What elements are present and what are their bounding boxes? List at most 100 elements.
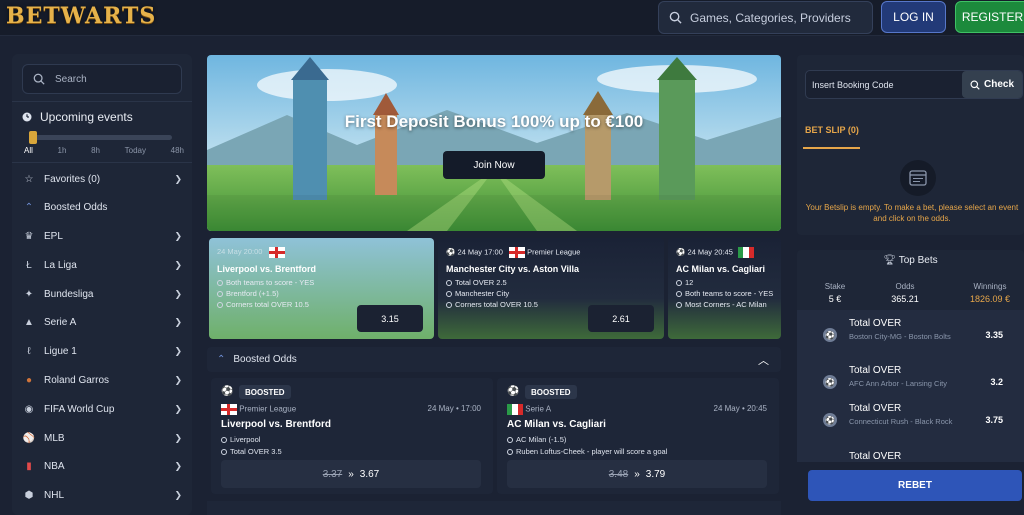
promo-banner[interactable]: [207, 55, 781, 231]
sidebar-item-label: Serie A: [44, 316, 77, 328]
sidebar-item-boosted-odds[interactable]: ⌃ Boosted Odds: [22, 196, 182, 218]
sidebar-item-favorites[interactable]: ☆ Favorites (0) ❯: [22, 168, 182, 190]
sidebar-item-mlb[interactable]: ⚾ MLB ❯: [22, 427, 182, 449]
selection: Most Corners - AC Milan: [685, 300, 767, 309]
soccer-ball-icon: ⚽: [676, 247, 686, 257]
chevron-down-icon: ❯: [174, 489, 182, 500]
boosted-badge: BOOSTED: [525, 385, 577, 399]
match-title: AC Milan vs. Cagliari: [507, 419, 606, 430]
laliga-icon: Ł: [26, 259, 32, 271]
selection-dot-icon: [676, 280, 682, 287]
boosted-odds-header[interactable]: ⌃ Boosted Odds ︿: [207, 347, 781, 372]
time-filter-slider[interactable]: [30, 135, 172, 140]
top-bet-row[interactable]: Total OVER: [809, 447, 1013, 461]
selection: Manchester City: [455, 289, 510, 298]
chevron-down-icon: ❯: [174, 374, 182, 385]
bet-title: Total OVER: [849, 318, 902, 329]
chevron-up-icon[interactable]: ︿: [758, 352, 769, 368]
league-name: Premier League: [239, 404, 297, 414]
divider: [12, 101, 192, 102]
join-now-button[interactable]: Join Now: [443, 151, 545, 179]
boosted-odds-button[interactable]: 3.48 » 3.79: [507, 460, 767, 488]
match-card-mancity-astonvilla[interactable]: ⚽ 24 May 17:00 Premier League Manchester…: [438, 238, 664, 339]
chevron-down-icon: ❯: [174, 230, 182, 241]
odds-button[interactable]: 3.15: [357, 305, 423, 332]
soccer-ball-icon: ⚽: [823, 375, 837, 389]
england-flag-icon: [221, 404, 237, 415]
selection-dot-icon: [217, 280, 223, 287]
italy-flag-icon: [507, 404, 523, 415]
time-filter-today[interactable]: Today: [125, 146, 146, 155]
worldcup-icon: ◉: [24, 403, 34, 415]
sidebar-item-roland-garros[interactable]: ● Roland Garros ❯: [22, 369, 182, 391]
sidebar-item-label: Ligue 1: [44, 345, 77, 357]
epl-icon: ♛: [24, 230, 34, 242]
time-filter-1h[interactable]: 1h: [58, 146, 67, 155]
sidebar-item-la-liga[interactable]: Ł La Liga ❯: [22, 254, 182, 276]
bet-odds[interactable]: 3.35: [985, 330, 1003, 340]
time-filter-all[interactable]: All: [24, 146, 33, 155]
selection-dot-icon: [676, 302, 682, 309]
selection: Brentford (+1.5): [226, 289, 279, 298]
mlb-icon: ⚾: [22, 432, 36, 444]
selection: AC Milan (-1.5): [516, 435, 567, 444]
match-card-liverpool-brentford[interactable]: 24 May 20:00 Liverpool vs. Brentford Bot…: [209, 238, 434, 339]
soccer-ball-icon: ⚽: [221, 386, 234, 397]
logo[interactable]: BETWARTS: [6, 3, 156, 29]
sidebar-item-fifa-world-cup[interactable]: ◉ FIFA World Cup ❯: [22, 398, 182, 420]
selection: Liverpool: [230, 435, 261, 444]
italy-flag-icon: [737, 247, 754, 258]
next-section-strip: [207, 501, 781, 515]
sidebar-item-bundesliga[interactable]: ✦ Bundesliga ❯: [22, 283, 182, 305]
soccer-ball-icon: ⚽: [823, 413, 837, 427]
selection: Both teams to score - YES: [226, 278, 315, 287]
search-icon: [669, 11, 682, 24]
sidebar-item-label: EPL: [44, 230, 63, 242]
bet-odds[interactable]: 3.75: [985, 415, 1003, 425]
sidebar-search-input[interactable]: Search: [22, 64, 182, 94]
global-search-input[interactable]: Games, Categories, Providers: [658, 1, 873, 34]
top-bet-row[interactable]: ⚽ Total OVER Boston City-MG - Boston Bol…: [809, 314, 1013, 364]
upcoming-events-header: Upcoming events: [22, 110, 133, 124]
league-name: Serie A: [525, 404, 552, 414]
sidebar-item-epl[interactable]: ♛ EPL ❯: [22, 225, 182, 247]
trophy-icon: 🏆︎: [883, 255, 897, 266]
selection-dot-icon: [221, 437, 227, 444]
sidebar-item-label: MLB: [44, 432, 65, 444]
boost-icon: ⌃: [217, 354, 226, 365]
time-filter-8h[interactable]: 8h: [91, 146, 100, 155]
sidebar-item-ligue-1[interactable]: ℓ Ligue 1 ❯: [22, 340, 182, 362]
sidebar-item-label: NBA: [44, 460, 65, 472]
upcoming-events-title: Upcoming events: [40, 110, 133, 124]
time-filter-labels: All 1h 8h Today 48h: [24, 146, 184, 155]
top-bet-row[interactable]: ⚽ Total OVER Connecticut Rush - Black Ro…: [809, 399, 1013, 449]
time-filter-slider-handle[interactable]: [29, 131, 37, 144]
register-button[interactable]: REGISTER: [955, 1, 1024, 33]
sidebar-item-serie-a[interactable]: ▲ Serie A ❯: [22, 311, 182, 333]
chevron-down-icon: ❯: [174, 288, 182, 299]
login-button[interactable]: LOG IN: [881, 1, 946, 33]
bet-odds[interactable]: 3.2: [990, 377, 1003, 387]
bet-match: Boston City-MG - Boston Bolts: [849, 332, 951, 341]
check-label: Check: [983, 79, 1014, 90]
match-card-acmilan-cagliari[interactable]: ⚽ 24 May 20:45 AC Milan vs. Cagliari 12 …: [668, 238, 781, 339]
selection-dot-icon: [221, 449, 227, 456]
sidebar-item-nba[interactable]: ▮ NBA ❯: [22, 455, 182, 477]
match-title: AC Milan vs. Cagliari: [676, 264, 766, 274]
boosted-odds-button[interactable]: 3.37 » 3.67: [221, 460, 481, 488]
selection: Corners total OVER 10.5: [226, 300, 309, 309]
match-datetime: 24 May • 20:45: [713, 404, 768, 413]
betslip-empty-icon: [900, 160, 936, 196]
search-icon: [970, 80, 980, 90]
soccer-ball-icon: ⚽: [507, 386, 520, 397]
betslip-tab[interactable]: BET SLIP (0): [805, 125, 859, 135]
rebet-button[interactable]: REBET: [808, 470, 1022, 501]
double-chevron-right-icon: »: [634, 468, 640, 480]
bet-title: Total OVER: [849, 403, 902, 414]
england-flag-icon: [508, 247, 525, 258]
check-button[interactable]: Check: [962, 71, 1022, 98]
sidebar-item-nhl[interactable]: ⬢ NHL ❯: [22, 484, 182, 506]
selection: Total OVER 3.5: [230, 447, 282, 456]
odds-button[interactable]: 2.61: [588, 305, 654, 332]
time-filter-48h[interactable]: 48h: [171, 146, 184, 155]
